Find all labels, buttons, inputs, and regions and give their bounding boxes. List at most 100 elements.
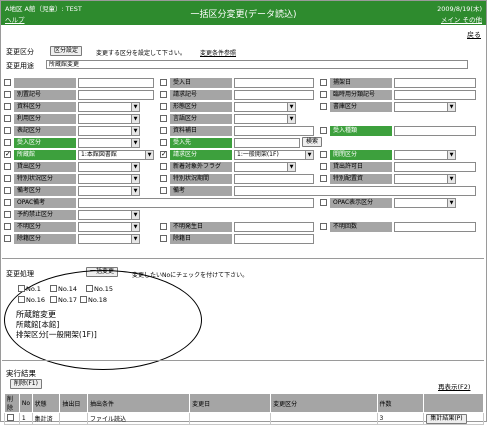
field-input[interactable] bbox=[78, 90, 154, 100]
field-checkbox[interactable] bbox=[4, 211, 11, 218]
field-select[interactable]: ▼ bbox=[78, 114, 140, 124]
row-change-type bbox=[270, 412, 378, 425]
field-select[interactable]: ▼ bbox=[234, 114, 296, 124]
condition-reference-link[interactable]: 変更条件参照 bbox=[200, 48, 236, 57]
field-checkbox[interactable] bbox=[320, 175, 327, 182]
field-select[interactable]: ▼ bbox=[78, 210, 140, 220]
field-checkbox[interactable] bbox=[320, 151, 327, 158]
field-select[interactable]: ▼ bbox=[78, 126, 140, 136]
field-checkbox[interactable] bbox=[320, 223, 327, 230]
field-label: 形態区分 bbox=[170, 102, 232, 112]
no-checkbox[interactable]: No.14 bbox=[50, 285, 77, 293]
delete-button[interactable]: 削除(F1) bbox=[10, 379, 42, 389]
field-checkbox[interactable] bbox=[4, 127, 11, 134]
field-select[interactable]: ▼ bbox=[234, 162, 296, 172]
field-checkbox[interactable] bbox=[320, 199, 327, 206]
field-label: 特別配置資 bbox=[330, 174, 392, 184]
field-row: 不明区分 ▼ 不明発生日 不明回数 bbox=[4, 221, 484, 233]
field-input[interactable] bbox=[234, 222, 314, 232]
field-checkbox[interactable] bbox=[160, 163, 167, 170]
set-category-button[interactable]: 区分設定 bbox=[50, 46, 83, 56]
field-label: 貸出区分 bbox=[14, 162, 76, 172]
no-checkbox[interactable]: No.1 bbox=[18, 285, 41, 293]
field-checkbox[interactable] bbox=[320, 127, 327, 134]
field-select[interactable]: ▼ bbox=[394, 102, 456, 112]
field-input[interactable] bbox=[78, 198, 314, 208]
purpose-input[interactable]: 所蔵館変更 bbox=[46, 60, 468, 69]
field-input[interactable] bbox=[394, 162, 476, 172]
field-select[interactable]: ▼ bbox=[78, 102, 140, 112]
field-select[interactable]: ▼ bbox=[394, 150, 456, 160]
field-input[interactable] bbox=[394, 222, 476, 232]
field-input[interactable] bbox=[234, 126, 314, 136]
field-checkbox[interactable] bbox=[4, 115, 11, 122]
field-checkbox[interactable] bbox=[320, 91, 327, 98]
field-select[interactable]: ▼ bbox=[78, 162, 140, 172]
field-label: 利用区分 bbox=[14, 114, 76, 124]
field-select[interactable]: 1:本館図書館 ▼ bbox=[78, 150, 154, 160]
chevron-down-icon: ▼ bbox=[131, 223, 139, 231]
field-checkbox[interactable] bbox=[160, 175, 167, 182]
field-checkbox[interactable] bbox=[4, 163, 11, 170]
field-checkbox[interactable] bbox=[160, 150, 167, 158]
field-select[interactable]: ▼ bbox=[78, 186, 140, 196]
menu-link[interactable]: メイン その他 bbox=[441, 14, 482, 24]
field-checkbox[interactable] bbox=[4, 175, 11, 182]
field-checkbox[interactable] bbox=[4, 187, 11, 194]
field-select[interactable]: ▼ bbox=[78, 174, 140, 184]
row-checkbox[interactable] bbox=[7, 414, 14, 421]
field-select[interactable]: ▼ bbox=[78, 222, 140, 232]
field-checkbox[interactable] bbox=[160, 127, 167, 134]
field-input[interactable] bbox=[234, 78, 314, 88]
field-select[interactable]: ▼ bbox=[234, 102, 296, 112]
field-input[interactable] bbox=[394, 126, 476, 136]
field-input[interactable] bbox=[234, 186, 476, 196]
field-checkbox[interactable] bbox=[160, 91, 167, 98]
field-input[interactable] bbox=[234, 234, 314, 244]
field-checkbox[interactable] bbox=[160, 223, 167, 230]
field-input[interactable] bbox=[234, 174, 314, 184]
field-checkbox[interactable] bbox=[160, 187, 167, 194]
field-checkbox[interactable] bbox=[4, 103, 11, 110]
field-input[interactable] bbox=[394, 90, 476, 100]
field-checkbox[interactable] bbox=[4, 91, 11, 98]
field-checkbox[interactable] bbox=[320, 163, 327, 170]
col-change-date: 変更日 bbox=[189, 393, 272, 413]
field-checkbox[interactable] bbox=[320, 103, 327, 110]
field-select[interactable]: ▼ bbox=[394, 174, 456, 184]
field-checkbox[interactable] bbox=[320, 79, 327, 86]
back-link[interactable]: 戻る bbox=[467, 30, 481, 40]
field-select[interactable]: ▼ bbox=[78, 234, 140, 244]
search-button[interactable]: 検索 bbox=[302, 137, 323, 147]
field-row: 表記区分 ▼ 資料補日 受入種類 bbox=[4, 125, 484, 137]
chevron-down-icon: ▼ bbox=[305, 151, 313, 159]
table-row: 1 集計済 ファイル読込 3 集計結果(P) bbox=[4, 412, 484, 425]
field-input[interactable] bbox=[234, 90, 314, 100]
field-checkbox[interactable] bbox=[4, 223, 11, 230]
field-checkbox[interactable] bbox=[4, 79, 11, 86]
row-delete-cell[interactable] bbox=[4, 412, 20, 425]
field-label: 受入種類 bbox=[330, 126, 392, 136]
field-checkbox[interactable] bbox=[4, 150, 11, 158]
field-checkbox[interactable] bbox=[160, 79, 167, 86]
no-checkbox[interactable]: No.18 bbox=[80, 296, 107, 304]
field-checkbox[interactable] bbox=[4, 235, 11, 242]
field-checkbox[interactable] bbox=[4, 199, 11, 206]
field-label bbox=[14, 78, 76, 88]
field-checkbox[interactable] bbox=[160, 235, 167, 242]
redisplay-link[interactable]: 再表示(F2) bbox=[438, 381, 470, 391]
summary-result-button[interactable]: 集計結果(P) bbox=[426, 413, 467, 424]
field-checkbox[interactable] bbox=[4, 139, 11, 146]
field-checkbox[interactable] bbox=[160, 139, 167, 146]
field-select[interactable]: 1:一般開架(1F) ▼ bbox=[234, 150, 314, 160]
field-input[interactable] bbox=[234, 138, 300, 148]
field-input[interactable] bbox=[394, 78, 476, 88]
field-checkbox[interactable] bbox=[160, 103, 167, 110]
no-checkbox[interactable]: No.15 bbox=[86, 285, 113, 293]
field-input[interactable] bbox=[78, 78, 154, 88]
no-checkbox[interactable]: No.17 bbox=[50, 296, 77, 304]
field-select[interactable]: ▼ bbox=[394, 198, 456, 208]
no-checkbox[interactable]: No.16 bbox=[18, 296, 45, 304]
field-select[interactable]: ▼ bbox=[78, 138, 140, 148]
field-checkbox[interactable] bbox=[160, 115, 167, 122]
